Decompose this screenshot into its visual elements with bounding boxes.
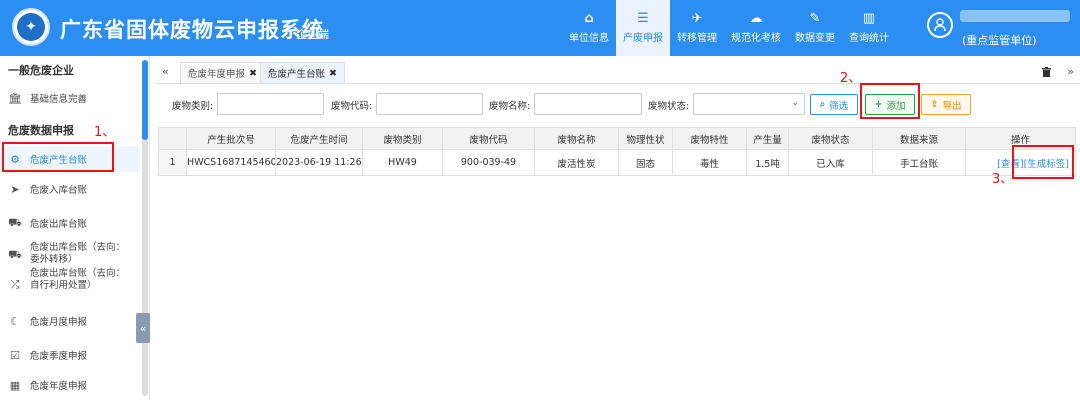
annotation-box-add <box>860 83 920 119</box>
table-header-row: 产生批次号 危废产生时间 废物类别 废物代码 废物名称 物理性状 废物特性 产生… <box>158 127 1076 150</box>
cloud-upload-icon: ☁ <box>749 11 763 26</box>
tabs-scroll-left-icon[interactable]: « <box>162 65 169 78</box>
moon-icon: ☾ <box>10 314 20 328</box>
sidebar-scroll-thumb[interactable] <box>142 60 148 140</box>
tab-bar: « 危废年度申报 ✖ 危废产生台账 ✖ » <box>156 60 1080 84</box>
cell-code: 900-039-49 <box>442 149 535 176</box>
nav-transfer[interactable]: ✈ 转移管理 <box>670 0 724 56</box>
row-index: 1 <box>158 149 187 176</box>
cell-category: HW49 <box>362 149 443 176</box>
search-button[interactable]: ⌕ 筛选 <box>810 94 858 115</box>
search-icon: ⌕ <box>819 99 826 110</box>
waste-name-input[interactable] <box>534 93 642 115</box>
col-batch[interactable]: 产生批次号 <box>186 127 276 150</box>
tab-generation-ledger[interactable]: 危废产生台账 ✖ <box>260 62 345 83</box>
col-code[interactable]: 废物代码 <box>442 127 535 150</box>
waste-category-input[interactable] <box>217 93 324 115</box>
emblem-logo: ✦ <box>12 8 50 46</box>
sidebar-section-general: 一般危废企业 <box>8 64 74 77</box>
chevron-down-icon: ⌄ <box>791 98 799 108</box>
waste-category-label: 废物类别: <box>172 101 214 112</box>
close-icon[interactable]: ✖ <box>249 68 257 79</box>
sidebar-item-monthly[interactable]: ☾ 危废月度申报 <box>0 310 140 332</box>
col-source[interactable]: 数据来源 <box>872 127 966 150</box>
top-nav: ⌂ 单位信息 ☰ 产废申报 ✈ 转移管理 ☁ 规范化考核 ✎ 数据变更 ▥ 查询… <box>562 0 896 56</box>
plane-icon: ✈ <box>691 11 703 26</box>
col-status[interactable]: 废物状态 <box>788 127 873 150</box>
user-avatar-icon[interactable] <box>927 12 953 38</box>
ledger-table: 产生批次号 危废产生时间 废物类别 废物代码 废物名称 物理性状 废物特性 产生… <box>158 127 1076 176</box>
col-time[interactable]: 危废产生时间 <box>275 127 363 150</box>
nav-query-stats[interactable]: ▥ 查询统计 <box>842 0 896 56</box>
annotation-box-generate-label <box>1012 145 1074 179</box>
cell-amount: 1.5吨 <box>746 149 789 176</box>
shuffle-icon: ⤮ <box>10 278 20 291</box>
rocket-icon: ➤ <box>10 182 20 196</box>
bank-icon: 🏛 <box>8 91 22 105</box>
sidebar-item-outbound-transfer[interactable]: ⛟ 危废出库台账（去向：委外转移） <box>0 242 140 268</box>
user-unit-type: (重点监管单位) <box>962 34 1037 47</box>
annotation-label-1: 1、 <box>94 125 116 140</box>
cell-name: 废活性炭 <box>534 149 619 176</box>
truck-icon: ⛟ <box>8 248 22 261</box>
col-amount[interactable]: 产生量 <box>746 127 789 150</box>
close-icon[interactable]: ✖ <box>329 68 337 79</box>
nav-data-change[interactable]: ✎ 数据变更 <box>788 0 842 56</box>
trash-icon[interactable] <box>1038 64 1054 80</box>
waste-status-select[interactable]: ⌄ <box>693 93 805 115</box>
app-header: ✦ 广东省固体废物云申报系统 企业端 ⌂ 单位信息 ☰ 产废申报 ✈ 转移管理 … <box>0 0 1080 56</box>
sidebar-section-declaration: 危废数据申报 <box>8 124 74 137</box>
sidebar-item-quarterly[interactable]: ☑ 危废季度申报 <box>0 344 140 366</box>
sidebar-item-inbound-ledger[interactable]: ➤ 危废入库台账 <box>0 178 140 200</box>
annotation-label-2: 2、 <box>840 71 862 86</box>
upload-icon: ⇪ <box>930 99 939 110</box>
sidebar-item-basic-info[interactable]: 🏛 基础信息完善 <box>0 88 140 108</box>
col-physical[interactable]: 物理性状 <box>618 127 673 150</box>
nav-assessment[interactable]: ☁ 规范化考核 <box>724 0 788 56</box>
calendar-icon: ▦ <box>9 378 21 392</box>
annotation-label-3: 3、 <box>992 172 1014 187</box>
cell-batch: HWCS1687145460 <box>186 149 276 176</box>
user-name-redacted <box>960 10 1070 22</box>
export-button[interactable]: ⇪ 导出 <box>921 94 971 115</box>
annotation-box-sidebar <box>2 142 114 172</box>
cell-physical: 固态 <box>618 149 673 176</box>
system-subtitle: 企业端 <box>296 28 329 41</box>
sidebar-collapse-button[interactable]: « <box>136 313 150 343</box>
cell-status: 已入库 <box>788 149 873 176</box>
waste-code-input[interactable] <box>376 93 483 115</box>
bar-chart-icon: ▥ <box>862 11 876 26</box>
sidebar-item-annual[interactable]: ▦ 危废年度申报 <box>0 374 140 396</box>
col-name[interactable]: 废物名称 <box>534 127 619 150</box>
emblem-icon: ✦ <box>17 13 45 41</box>
truck-icon: ⛟ <box>8 215 22 229</box>
filter-bar: 废物类别: 废物代码: 废物名称: 废物状态: ⌄ ⌕ 筛选 + 添加 ⇪ 导出 <box>156 88 1080 122</box>
sidebar-item-outbound-ledger[interactable]: ⛟ 危废出库台账 <box>0 212 140 234</box>
waste-status-label: 废物状态: <box>648 101 690 112</box>
nav-waste-declaration[interactable]: ☰ 产废申报 <box>616 0 670 56</box>
database-icon: ☰ <box>637 11 649 26</box>
system-title: 广东省固体废物云申报系统 <box>60 18 324 42</box>
trash-glyph <box>1041 67 1051 77</box>
calendar-check-icon: ☑ <box>10 348 20 362</box>
sidebar-item-outbound-self-use[interactable]: ⤮ 危废出库台账（去向：自行利用处置） <box>0 268 140 304</box>
nav-unit-info[interactable]: ⌂ 单位信息 <box>562 0 616 56</box>
cell-time: 2023-06-19 11:26: <box>275 149 363 176</box>
sidebar-scrollbar[interactable] <box>142 60 148 396</box>
tabs-scroll-right-icon[interactable]: » <box>1067 65 1074 78</box>
home-icon: ⌂ <box>584 11 594 26</box>
waste-code-label: 废物代码: <box>331 101 373 112</box>
waste-name-label: 废物名称: <box>489 101 531 112</box>
col-index <box>158 127 187 150</box>
edit-icon: ✎ <box>809 11 821 26</box>
lock-user-icon <box>934 18 946 32</box>
sidebar: 一般危废企业 🏛 基础信息完善 危废数据申报 ⚙ 危废产生台账 ➤ 危废入库台账… <box>0 56 150 400</box>
tab-annual-declaration[interactable]: 危废年度申报 ✖ <box>180 62 265 83</box>
table-row[interactable]: 1 HWCS1687145460 2023-06-19 11:26: HW49 … <box>158 149 1076 176</box>
col-property[interactable]: 废物特性 <box>672 127 747 150</box>
cell-source: 手工台账 <box>872 149 966 176</box>
col-category[interactable]: 废物类别 <box>362 127 443 150</box>
cell-property: 毒性 <box>672 149 747 176</box>
